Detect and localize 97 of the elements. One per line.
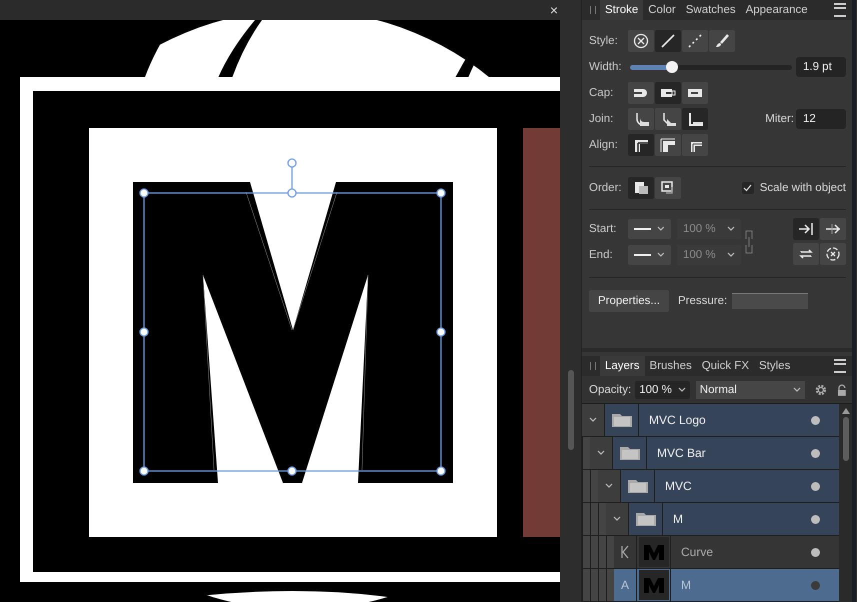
brush-button[interactable] <box>709 30 735 52</box>
align-inside-button[interactable] <box>628 134 654 156</box>
folder-icon <box>612 413 632 427</box>
arrow-at-end-icon <box>797 221 815 237</box>
panel-tab[interactable]: Stroke <box>600 0 644 20</box>
arrow-at-end-button[interactable] <box>793 218 819 240</box>
field-label: Start: <box>589 222 618 234</box>
indent-guide <box>582 569 614 601</box>
chevron-icon <box>613 516 621 522</box>
swap-button[interactable] <box>793 243 819 265</box>
width-field[interactable]: 1.9 pt <box>796 57 846 77</box>
solid-icon <box>659 33 677 49</box>
chevron-icon <box>657 226 665 232</box>
chevron-icon <box>597 450 605 456</box>
menu-icon[interactable] <box>834 359 846 373</box>
field-label: Opacity: <box>589 384 632 396</box>
field-label: Width: <box>589 61 623 73</box>
align-inside-icon <box>632 137 650 153</box>
chevron-icon <box>657 252 665 258</box>
link-icon[interactable] <box>745 228 753 254</box>
chevron-icon <box>727 252 735 258</box>
pressure-field[interactable] <box>732 293 808 309</box>
close-button[interactable]: × <box>548 3 560 17</box>
menu-icon[interactable] <box>834 3 846 17</box>
panel-tab[interactable]: Appearance <box>740 0 813 20</box>
selection-box[interactable] <box>139 158 446 476</box>
visibility-dot[interactable] <box>811 580 820 590</box>
pen-curve-icon <box>620 545 630 559</box>
panel-tab[interactable]: Swatches <box>680 0 741 20</box>
join-miter-button[interactable] <box>682 108 708 130</box>
cap-square-button[interactable] <box>682 82 708 104</box>
folder-icon <box>620 446 640 460</box>
reset-icon <box>824 246 842 262</box>
visibility-dot[interactable] <box>811 514 820 524</box>
field-label: Join: <box>589 113 614 125</box>
checkbox-label: Scale with object <box>760 182 846 194</box>
order-behind-button[interactable] <box>628 177 654 199</box>
settings-icon[interactable] <box>815 384 828 396</box>
lock-icon[interactable] <box>837 384 847 396</box>
dashed-button[interactable] <box>682 30 708 52</box>
cap-butt-button[interactable] <box>655 82 681 104</box>
order-front-button[interactable] <box>655 177 681 199</box>
arrow-through-button[interactable] <box>820 218 846 240</box>
scrollbar-thumb[interactable] <box>842 417 848 461</box>
none-button[interactable] <box>628 30 654 52</box>
panel-tab[interactable]: Styles <box>754 356 796 376</box>
chevron-icon <box>793 386 802 392</box>
field-label: Cap: <box>589 87 614 99</box>
join-round-button[interactable] <box>628 108 654 130</box>
field-label: Align: <box>589 139 619 151</box>
folder-icon <box>636 512 656 526</box>
panel-tab[interactable]: Brushes <box>644 356 697 376</box>
layer-row[interactable]: MVC Bar <box>647 437 839 469</box>
layer-row[interactable]: MVC <box>655 470 839 502</box>
solid-button[interactable] <box>655 30 681 52</box>
scrollbar-thumb[interactable] <box>568 370 574 450</box>
reset-button[interactable] <box>820 243 846 265</box>
layer-row[interactable]: M <box>663 503 839 535</box>
scale-checkbox[interactable] <box>742 182 754 194</box>
align-center-button[interactable] <box>655 134 681 156</box>
brush-icon <box>713 33 731 49</box>
none-icon <box>632 33 650 49</box>
field-label: Style: <box>589 35 619 47</box>
miter-field[interactable]: 12 <box>796 109 846 129</box>
opacity-dropdown[interactable]: 100 % <box>635 380 690 398</box>
chevron-icon <box>589 417 597 423</box>
align-center-icon <box>659 137 677 153</box>
dashed-icon <box>686 33 704 49</box>
panel-tab[interactable]: Color <box>643 0 681 20</box>
visibility-dot[interactable] <box>811 448 820 458</box>
indent-guide <box>582 536 614 568</box>
panel-tab[interactable]: Quick FX <box>696 356 754 376</box>
layer-row[interactable]: Curve <box>671 536 839 568</box>
cap-round-button[interactable] <box>628 82 654 104</box>
layer-row[interactable]: MVC Logo <box>639 404 839 436</box>
field-label: Miter: <box>765 113 794 125</box>
join-miter-icon <box>686 111 704 127</box>
blend-mode-dropdown[interactable]: Normal <box>696 380 806 398</box>
field-label: End: <box>589 248 614 260</box>
join-bevel-button[interactable] <box>655 108 681 130</box>
chevron-icon <box>727 226 735 232</box>
chevron-icon <box>678 386 686 392</box>
text-layer-label: A <box>620 578 629 592</box>
folder-icon <box>628 479 648 493</box>
align-outside-button[interactable] <box>682 134 708 156</box>
chevron-icon <box>605 483 613 489</box>
field-label: Order: <box>589 182 623 194</box>
field-label: Pressure: <box>678 295 728 307</box>
visibility-dot[interactable] <box>811 548 820 556</box>
panel-tab[interactable]: Layers <box>600 356 645 376</box>
arrow-through-icon <box>824 221 842 237</box>
visibility-dot[interactable] <box>811 416 820 424</box>
arrowhead-dropdown[interactable] <box>628 244 671 264</box>
properties-button[interactable]: Properties... <box>589 290 669 312</box>
arrowhead-dropdown[interactable] <box>628 218 671 238</box>
visibility-dot[interactable] <box>811 482 820 490</box>
order-behind-icon <box>632 180 650 196</box>
